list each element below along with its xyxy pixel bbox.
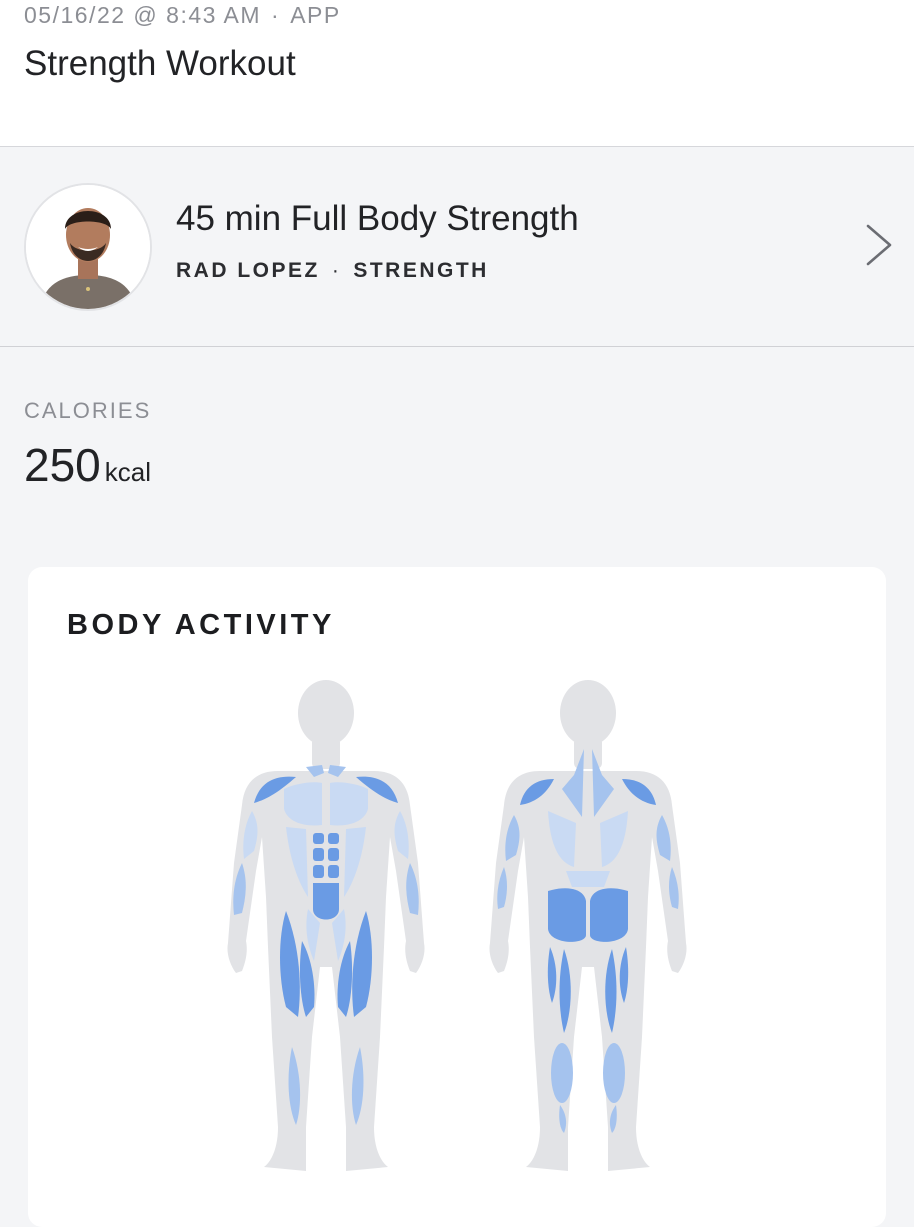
abs-1: [313, 833, 324, 844]
body-activity-card: BODY ACTIVITY: [28, 567, 886, 1227]
workout-meta: 05/16/22 @ 8:43 AM · APP: [24, 2, 341, 29]
calf-right: [603, 1043, 625, 1103]
lower-back: [566, 871, 610, 887]
instructor-name: RAD LOPEZ: [176, 259, 320, 282]
workout-class-row[interactable]: 45 min Full Body Strength RAD LOPEZ · STRE…: [0, 147, 914, 347]
glute-right: [590, 888, 628, 942]
abs-3: [313, 848, 324, 861]
abs-2: [328, 833, 339, 844]
front-silhouette: [227, 680, 425, 1171]
workout-date: 05/16/22 @ 8:43 AM: [24, 2, 262, 28]
back-lower-back: [566, 871, 610, 887]
instructor-avatar: [24, 183, 152, 311]
calf-left: [551, 1043, 573, 1103]
class-meta: RAD LOPEZ · STRENGTH: [176, 259, 489, 283]
abs-4: [328, 848, 339, 861]
back-silhouette: [489, 680, 687, 1171]
abs-lower: [313, 883, 339, 920]
calories-label: CALORIES: [24, 398, 152, 423]
meta-separator: ·: [271, 2, 281, 28]
back-body-figure: [489, 680, 687, 1171]
class-category: STRENGTH: [353, 259, 489, 282]
workout-source: APP: [290, 2, 341, 28]
abs-5: [313, 865, 324, 878]
abs-6: [328, 865, 339, 878]
calories-value: 250 kcal: [24, 438, 151, 492]
class-name: 45 min Full Body Strength: [176, 199, 579, 238]
chevron-right-icon[interactable]: [864, 223, 894, 267]
class-meta-separator: ·: [331, 259, 342, 282]
glute-left: [548, 888, 586, 942]
back-calves: [551, 1043, 625, 1133]
header: 05/16/22 @ 8:43 AM · APP Strength Workout: [0, 0, 914, 147]
calories-unit: kcal: [104, 457, 151, 487]
front-body-figure: [227, 680, 425, 1171]
page-title: Strength Workout: [24, 44, 296, 83]
body-activity-diagram: [227, 680, 687, 1171]
calories-number: 250: [24, 439, 101, 491]
